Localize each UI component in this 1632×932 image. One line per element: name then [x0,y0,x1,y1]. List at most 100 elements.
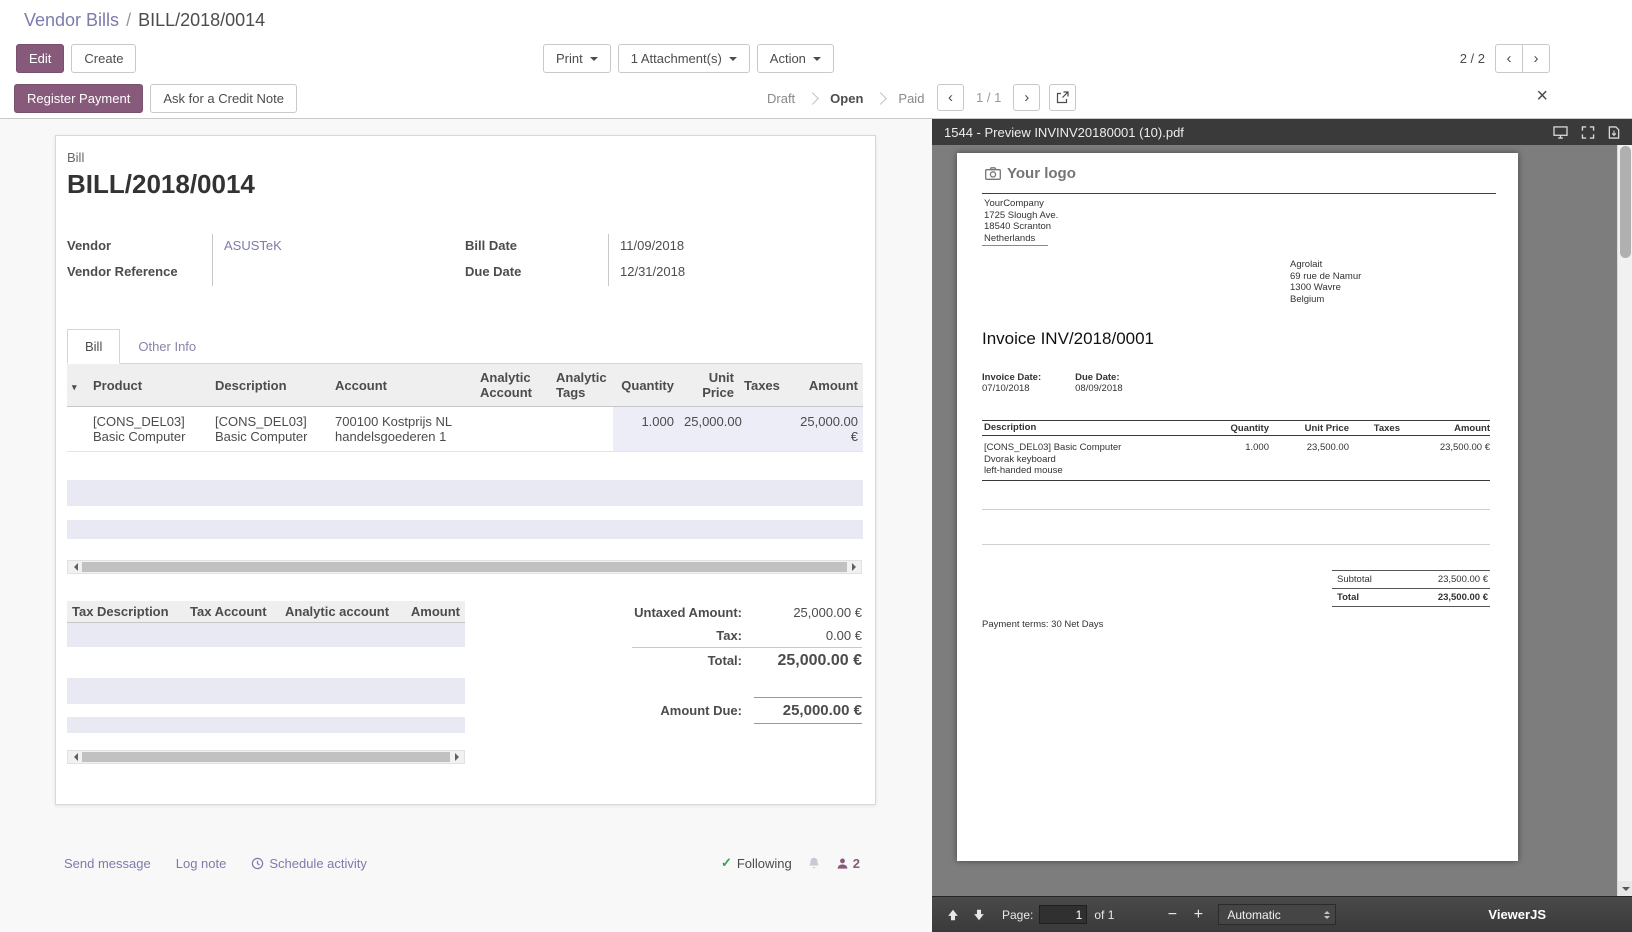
scrollbar-thumb[interactable] [1620,146,1631,258]
status-open[interactable]: Open [828,91,865,106]
field-groups: Vendor ASUSTeK Vendor Reference Bill Dat… [67,234,862,286]
col-tax-account[interactable]: Tax Account [185,601,280,623]
control-panel: Vendor Bills / BILL/2018/0014 Edit Creat… [0,0,1632,119]
pdf-company-underline [982,245,1048,246]
bell-icon[interactable] [807,856,821,870]
untaxed-amount-value: 25,000.00 € [754,605,862,620]
lines-horizontal-scrollbar[interactable] [67,560,862,574]
attachment-prev-button[interactable]: ‹ [937,84,964,111]
schedule-activity-link[interactable]: Schedule activity [251,856,367,871]
pdf-table-header: Description Quantity Unit Price Taxes Am… [982,420,1490,436]
viewerjs-brand[interactable]: ViewerJS [1488,907,1546,922]
create-button[interactable]: Create [71,44,136,73]
status-arrow-icon [875,92,888,105]
breadcrumb-link-vendor-bills[interactable]: Vendor Bills [24,10,119,31]
close-preview-button[interactable]: × [1536,86,1548,106]
edit-button[interactable]: Edit [16,44,64,73]
pdf-customer-name: Agrolait [1290,259,1361,271]
amount-due-label: Amount Due: [632,703,754,718]
scroll-thumb[interactable] [82,752,450,762]
presentation-mode-button[interactable] [1553,126,1568,139]
col-analytic-account[interactable]: Analytic Account [475,364,551,407]
toggle-columns-button[interactable]: ▾ [67,364,88,407]
tab-bill[interactable]: Bill [67,329,120,364]
triangle-left-icon [70,563,78,571]
caret-down-icon [590,57,598,65]
line-analytic-tags [551,407,613,452]
line-analytic-account [475,407,551,452]
ask-credit-note-button[interactable]: Ask for a Credit Note [150,84,297,113]
status-arrow-icon [806,92,819,105]
col-amount[interactable]: Amount [789,364,863,407]
empty-row [67,622,465,647]
col-unit-price[interactable]: Unit Price [679,364,739,407]
attachment-next-button[interactable]: › [1013,84,1040,111]
empty-row [67,717,465,733]
pager-next-button[interactable]: › [1522,44,1550,73]
status-draft[interactable]: Draft [765,91,797,106]
col-analytic-tags[interactable]: Analytic Tags [551,364,613,407]
scroll-right-button[interactable] [847,561,861,573]
col-tax-description[interactable]: Tax Description [67,601,185,623]
tax-horizontal-scrollbar[interactable] [67,750,465,764]
following-toggle[interactable]: ✓ Following [721,855,792,871]
page-down-button[interactable] [966,903,992,927]
pdf-page: Your logo YourCompany 1725 Slough Ave. 1… [957,153,1518,861]
send-message-link[interactable]: Send message [64,856,151,871]
col-account[interactable]: Account [330,364,475,407]
scroll-left-button[interactable] [68,561,82,573]
left-buttons: Edit Create [16,44,136,73]
zoom-select[interactable]: Automatic [1218,904,1336,925]
print-dropdown[interactable]: Print [543,44,611,73]
open-external-button[interactable] [1049,84,1076,111]
page-input[interactable] [1039,905,1087,924]
close-icon: × [1536,85,1548,107]
pager-prev-button[interactable]: ‹ [1495,44,1523,73]
fullscreen-button[interactable] [1581,126,1595,139]
following-label: Following [737,856,792,871]
zoom-out-button[interactable]: − [1162,905,1182,925]
action-dropdown[interactable]: Action [757,44,834,73]
vendor-link[interactable]: ASUSTeK [224,238,282,253]
register-payment-button[interactable]: Register Payment [14,84,143,113]
scroll-left-button[interactable] [68,751,82,763]
pdf-due-date-value: 08/09/2018 [1075,383,1123,394]
log-note-link[interactable]: Log note [176,856,227,871]
check-icon: ✓ [721,855,732,871]
zoom-in-button[interactable]: + [1188,905,1208,925]
tab-other-info[interactable]: Other Info [120,329,214,364]
preview-scrollbar[interactable] [1617,145,1632,896]
col-quantity[interactable]: Quantity [613,364,679,407]
invoice-line-row[interactable]: [CONS_DEL03] Basic Computer [CONS_DEL03]… [67,407,863,452]
breadcrumb-current: BILL/2018/0014 [138,10,265,31]
scroll-thumb[interactable] [82,562,847,572]
breadcrumb-separator: / [126,10,131,31]
download-icon [1608,126,1620,139]
page-label: Page: [1002,908,1033,922]
attachments-dropdown[interactable]: 1 Attachment(s) [618,44,750,73]
pdf-separator-line [982,509,1490,510]
caret-down-icon: ▾ [72,382,77,392]
col-description[interactable]: Description [210,364,330,407]
scroll-down-button[interactable] [1618,881,1632,896]
followers-count: 2 [853,856,860,871]
status-paid[interactable]: Paid [896,91,926,106]
col-taxes[interactable]: Taxes [739,364,789,407]
form-view: Bill BILL/2018/0014 Vendor ASUSTeK Vendo… [0,119,932,932]
scroll-right-button[interactable] [450,751,464,763]
col-amount[interactable]: Amount [400,601,465,623]
chevron-left-icon: ‹ [1507,50,1512,67]
status-buttons: Register Payment Ask for a Credit Note [14,84,297,113]
empty-row [67,647,465,678]
followers-button[interactable]: 2 [836,856,860,871]
col-analytic-account[interactable]: Analytic account [280,601,400,623]
page-up-button[interactable] [940,903,966,927]
pdf-logo: Your logo [985,165,1076,182]
download-button[interactable] [1608,126,1620,139]
statusbar: Draft Open Paid [765,78,926,118]
col-product[interactable]: Product [88,364,210,407]
preview-header-icons [1553,126,1620,139]
pdf-col-unit-price: Unit Price [1269,423,1349,434]
plus-icon: + [1194,906,1203,924]
field-vendor-value: ASUSTeK [212,234,465,260]
